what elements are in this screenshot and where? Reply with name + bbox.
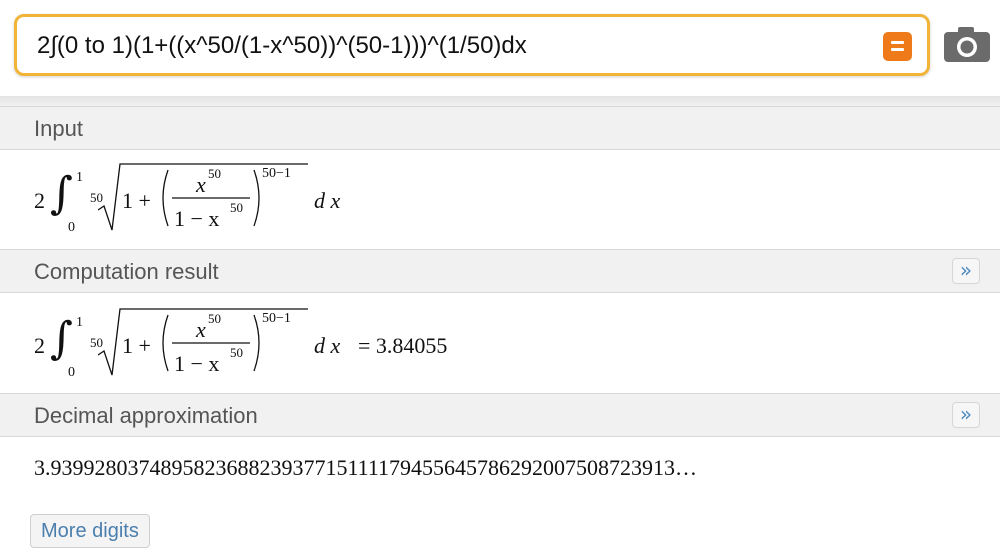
more-digits-button[interactable]: More digits: [30, 514, 150, 548]
computation-pod-header: Computation result »: [0, 249, 1000, 293]
input-formula: 2 ∫ 1 0 50 1 + x 50 1 − x 50 50−1 d x: [34, 163, 341, 235]
top-bar: 2∫(0 to 1)(1+((x^50/(1-x^50))^(50-1)))^(…: [0, 0, 1000, 100]
decimal-pod-header: Decimal approximation »: [0, 393, 1000, 437]
computation-formula: 2 ∫ 1 0 50 1 + x 50 1 − x 50 50−1 d x = …: [34, 308, 448, 380]
decimal-more-button[interactable]: »: [952, 402, 980, 428]
equals-icon: [891, 41, 904, 44]
camera-icon[interactable]: [944, 26, 990, 64]
query-text[interactable]: 2∫(0 to 1)(1+((x^50/(1-x^50))^(50-1)))^(…: [37, 32, 527, 60]
decimal-pod-body: 3.93992803748958236882393771511117945564…: [0, 437, 1000, 509]
decimal-pod-title: Decimal approximation: [34, 403, 258, 428]
input-pod-header: Input: [0, 106, 1000, 150]
computation-pod-title: Computation result: [34, 259, 219, 284]
equals-submit-button[interactable]: [883, 32, 912, 61]
double-chevron-right-icon: »: [959, 402, 973, 426]
computation-more-button[interactable]: »: [952, 258, 980, 284]
header-divider: [0, 96, 1000, 106]
query-input[interactable]: 2∫(0 to 1)(1+((x^50/(1-x^50))^(50-1)))^(…: [14, 14, 930, 76]
decimal-approximation-value: 3.93992803748958236882393771511117945564…: [34, 455, 698, 480]
input-pod-title: Input: [34, 116, 83, 141]
computation-result-value: = 3.84055: [358, 333, 448, 358]
computation-pod-body: 2 ∫ 1 0 50 1 + x 50 1 − x 50 50−1 d x = …: [0, 293, 1000, 393]
double-chevron-right-icon: »: [959, 258, 973, 282]
input-pod-body: 2 ∫ 1 0 50 1 + x 50 1 − x 50 50−1 d x: [0, 150, 1000, 248]
